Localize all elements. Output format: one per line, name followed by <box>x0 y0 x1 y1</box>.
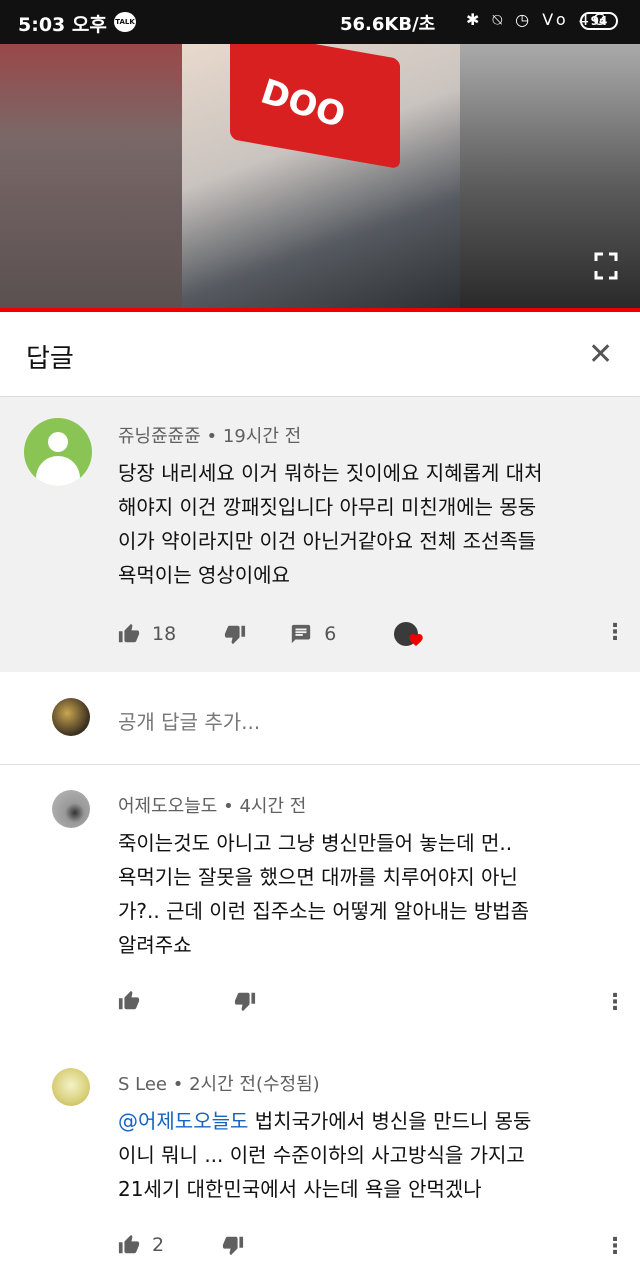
reply-input-row: 공개 답글 추가... <box>0 672 640 765</box>
comment-meta: 어제도오늘도 • 4시간 전 <box>118 792 306 818</box>
like-icon[interactable] <box>118 623 140 645</box>
comment-author[interactable]: 쥬닝쥰쥰쥰 <box>118 426 201 447</box>
reply-count: 6 <box>324 623 337 645</box>
avatar-body-shape <box>36 456 80 486</box>
more-options-icon[interactable]: ⋮ <box>604 622 626 644</box>
comment-meta: 쥬닝쥰쥰쥰 • 19시간 전 <box>118 422 301 448</box>
replies-header: 답글 ✕ <box>0 312 640 397</box>
comment-text: 죽이는것도 아니고 그냥 병신만들어 놓는데 먼.. 욕먹기는 잘못을 했으면 … <box>118 831 530 957</box>
more-options-icon[interactable]: ⋮ <box>604 992 626 1014</box>
comment-text: @어제도오늘도 법치국가에서 병신을 만드니 몽둥 이니 뭐니 ... 이런 수… <box>118 1104 628 1206</box>
creator-heart-badge <box>394 620 423 648</box>
comment-meta: S Lee • 2시간 전(수정됨) <box>118 1070 320 1096</box>
like-count: 2 <box>152 1234 165 1256</box>
avatar[interactable] <box>52 790 90 828</box>
reply-input[interactable]: 공개 답글 추가... <box>118 706 260 735</box>
comment-text: 당장 내리세요 이거 뭐하는 짓이에요 지혜롭게 대처 해야지 이건 깡패짓입니… <box>118 461 543 587</box>
heart-icon <box>409 634 423 646</box>
network-speed: 56.6KB/초 <box>340 14 436 35</box>
comment-actions: 18 6 <box>118 620 423 648</box>
comment-time: 4시간 전 <box>239 796 307 817</box>
meta-separator: • <box>172 1074 190 1095</box>
dislike-icon[interactable] <box>224 623 246 645</box>
dislike-icon[interactable] <box>222 1234 244 1256</box>
meta-separator: • <box>206 426 223 447</box>
like-count: 18 <box>152 623 177 645</box>
reply-icon[interactable] <box>290 623 312 645</box>
parent-comment: 쥬닝쥰쥰쥰 • 19시간 전 당장 내리세요 이거 뭐하는 짓이에요 지혜롭게 … <box>0 398 640 672</box>
comment-author[interactable]: S Lee <box>118 1074 167 1095</box>
video-frame-left <box>0 44 182 308</box>
comment-time: 19시간 전 <box>222 426 302 447</box>
video-player[interactable]: DOO <box>0 44 640 308</box>
page-title: 답글 <box>26 344 74 374</box>
meta-separator: • <box>223 796 240 817</box>
dislike-icon[interactable] <box>234 990 256 1012</box>
like-icon[interactable] <box>118 990 140 1012</box>
status-bar: 5:03 오후 TALK 56.6KB/초 ✱ ⍉ ◷ Vo 4G 94 <box>0 0 640 44</box>
battery-icon: 94 <box>580 12 618 30</box>
kakaotalk-notification-icon: TALK <box>114 12 136 32</box>
comment-time: 2시간 전(수정됨) <box>189 1074 320 1095</box>
fullscreen-icon[interactable] <box>594 252 618 280</box>
comment-actions: 2 <box>118 1234 244 1256</box>
avatar-head-shape <box>48 432 68 452</box>
close-icon[interactable]: ✕ <box>588 340 613 370</box>
comment-author[interactable]: 어제도오늘도 <box>118 796 217 817</box>
like-icon[interactable] <box>118 1234 140 1256</box>
avatar[interactable] <box>24 418 92 486</box>
clock: 5:03 오후 <box>18 14 107 36</box>
avatar[interactable] <box>52 1068 90 1106</box>
avatar <box>52 698 90 736</box>
more-options-icon[interactable]: ⋮ <box>604 1236 626 1258</box>
comment-actions <box>118 990 256 1012</box>
user-mention-link[interactable]: @어제도오늘도 <box>118 1109 248 1133</box>
